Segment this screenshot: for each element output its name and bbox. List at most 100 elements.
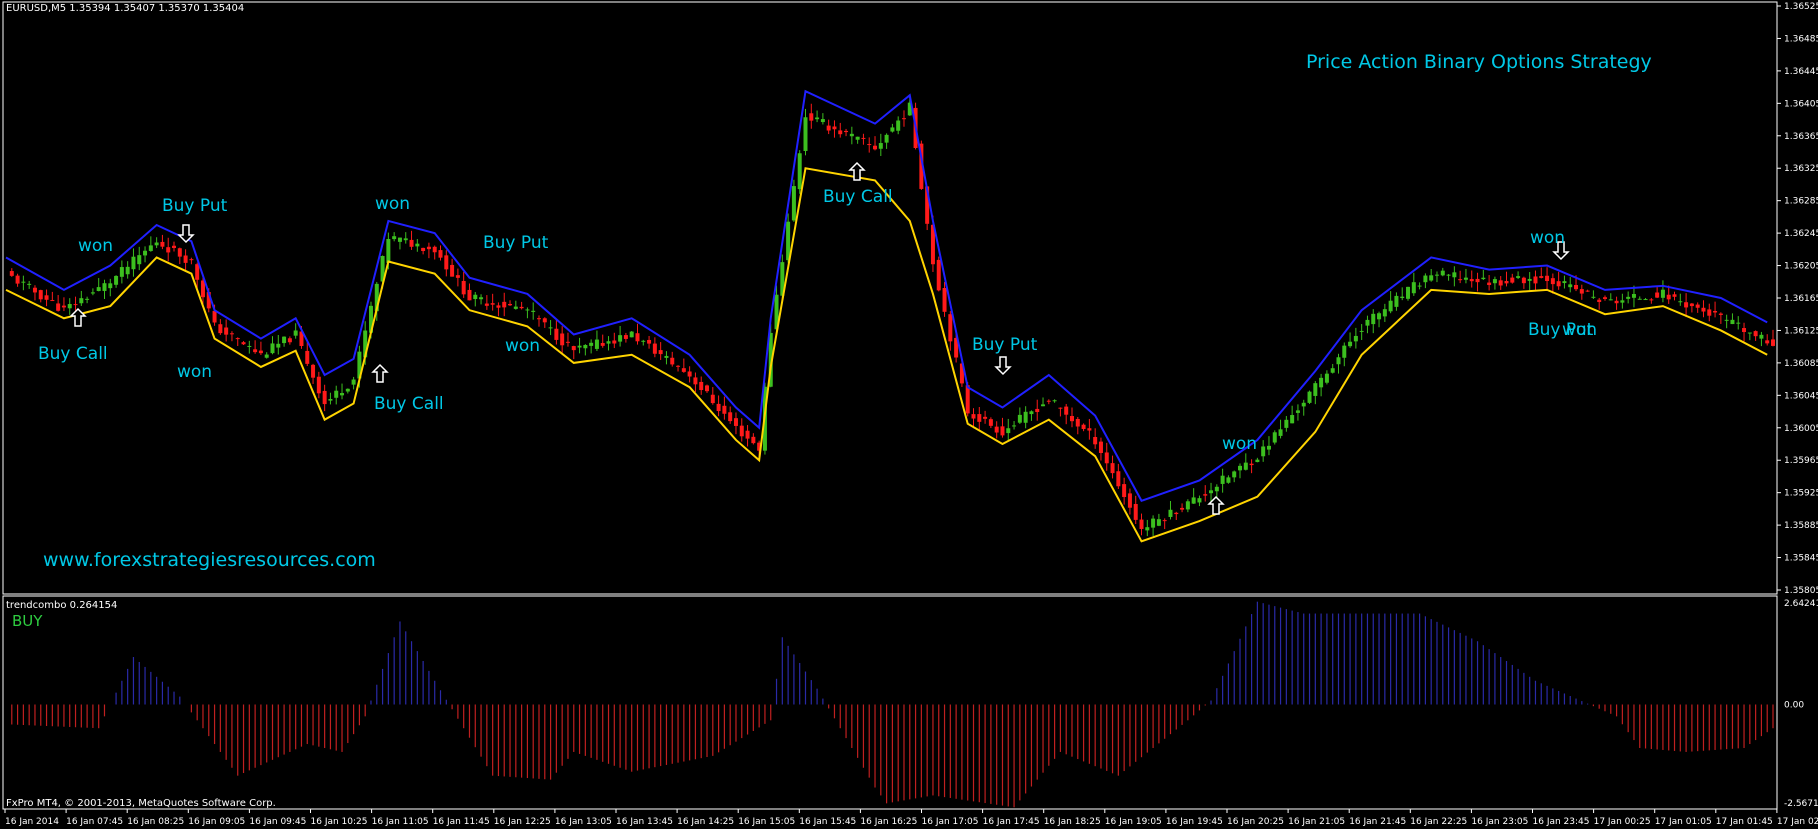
candle-body (9, 271, 14, 276)
candle-body (1226, 477, 1231, 483)
annotation-label: won (1222, 434, 1258, 454)
candle-body (1585, 290, 1590, 292)
candle-body (890, 127, 895, 132)
x-tick-label: 16 Jan 16:25 (860, 817, 917, 827)
candle-body (125, 266, 130, 275)
candle-body (936, 259, 941, 291)
candle-body (345, 388, 350, 392)
candle-body (1081, 424, 1086, 429)
candle-body (1093, 437, 1098, 445)
candle-body (473, 294, 478, 300)
candle-body (1266, 445, 1271, 450)
candle-body (589, 342, 594, 346)
candle-body (432, 246, 437, 253)
candle-body (119, 267, 124, 277)
candle-body (1660, 289, 1665, 298)
x-tick-label: 17 Jan 00:25 (1594, 817, 1651, 827)
x-tick-label: 16 Jan 10:25 (311, 817, 368, 827)
candle-body (1487, 282, 1492, 286)
candle (629, 330, 634, 338)
candle-body (287, 338, 292, 343)
candle-body (1516, 276, 1521, 278)
candle-body (21, 281, 26, 283)
candle-body (606, 341, 611, 344)
candle-body (1035, 408, 1040, 413)
y-tick-label: 1.35845 (1784, 554, 1818, 564)
candle-body (635, 333, 640, 342)
candle-body (340, 393, 345, 396)
y-tick-label: 1.36165 (1784, 294, 1818, 304)
candle-body (195, 264, 200, 280)
candle-body (629, 331, 634, 338)
candle-body (1655, 292, 1660, 298)
candle-body (1017, 414, 1022, 423)
candle-body (229, 333, 234, 335)
annotation-label: Buy Put (483, 233, 549, 253)
candle-body (1052, 400, 1057, 402)
x-tick-label: 16 Jan 11:45 (433, 817, 490, 827)
candle-body (1324, 373, 1329, 383)
candle-body (542, 318, 547, 323)
y-tick-label: 1.36405 (1784, 99, 1818, 109)
candle-body (143, 250, 148, 256)
candle-body (1469, 279, 1474, 282)
candle-body (1023, 411, 1028, 423)
candle-body (815, 117, 820, 120)
candle-body (1162, 520, 1167, 522)
candle-body (1168, 509, 1173, 517)
annotation-label: won (177, 362, 213, 382)
candle-body (1406, 286, 1411, 299)
candle-body (1220, 475, 1225, 484)
candle-body (791, 186, 796, 221)
candle-body (148, 245, 153, 251)
candle-body (1255, 459, 1260, 463)
candle-body (264, 354, 269, 358)
sub-y-tick-label: 0.00 (1784, 700, 1804, 710)
candle-body (676, 365, 681, 367)
candle-body (1191, 497, 1196, 504)
candle-body (1116, 471, 1121, 487)
candle-body (797, 153, 802, 190)
candle-body (1568, 284, 1573, 288)
candle-body (1742, 328, 1747, 333)
candle-body (137, 255, 142, 265)
candle-body (560, 333, 565, 346)
candle-body (1087, 428, 1092, 431)
website-label: www.forexstrategiesresources.com (43, 549, 376, 571)
candle-body (484, 303, 489, 306)
candle-body (1151, 518, 1156, 528)
candle-body (172, 245, 177, 249)
candle-body (189, 259, 194, 261)
candle-body (397, 237, 402, 242)
candle-body (177, 248, 182, 257)
candle-body (942, 288, 947, 312)
candle-body (1672, 294, 1677, 297)
candle-body (652, 343, 657, 354)
x-tick-label: 16 Jan 13:05 (555, 817, 612, 827)
candle-body (1724, 319, 1729, 321)
candle-body (1214, 486, 1219, 492)
price-chart[interactable]: 1.36525 1.36485 1.36445 1.36405 1.36365 1.363… (0, 0, 1818, 829)
candle-body (1753, 331, 1758, 337)
candle-body (1203, 494, 1208, 496)
x-tick-label: 16 Jan 08:25 (127, 817, 184, 827)
candle-body (1243, 462, 1248, 470)
candle-body (1232, 471, 1237, 478)
x-tick-label: 16 Jan 15:45 (799, 817, 856, 827)
candle-body (1510, 277, 1515, 283)
candle-body (67, 304, 72, 309)
candle-body (1643, 299, 1648, 301)
candle-body (212, 310, 217, 323)
candle-body (253, 349, 258, 353)
candle-body (1759, 334, 1764, 339)
candle-body (670, 357, 675, 365)
candle-body (977, 414, 982, 422)
candle-body (1614, 300, 1619, 304)
annotation-label: Buy Put (972, 335, 1038, 355)
candle-body (293, 330, 298, 336)
y-tick-label: 1.35805 (1784, 586, 1818, 596)
candle-body (241, 342, 246, 345)
annotation-label: Buy Call (823, 187, 893, 207)
candle-body (276, 343, 281, 348)
annotation-label: won (375, 194, 411, 214)
